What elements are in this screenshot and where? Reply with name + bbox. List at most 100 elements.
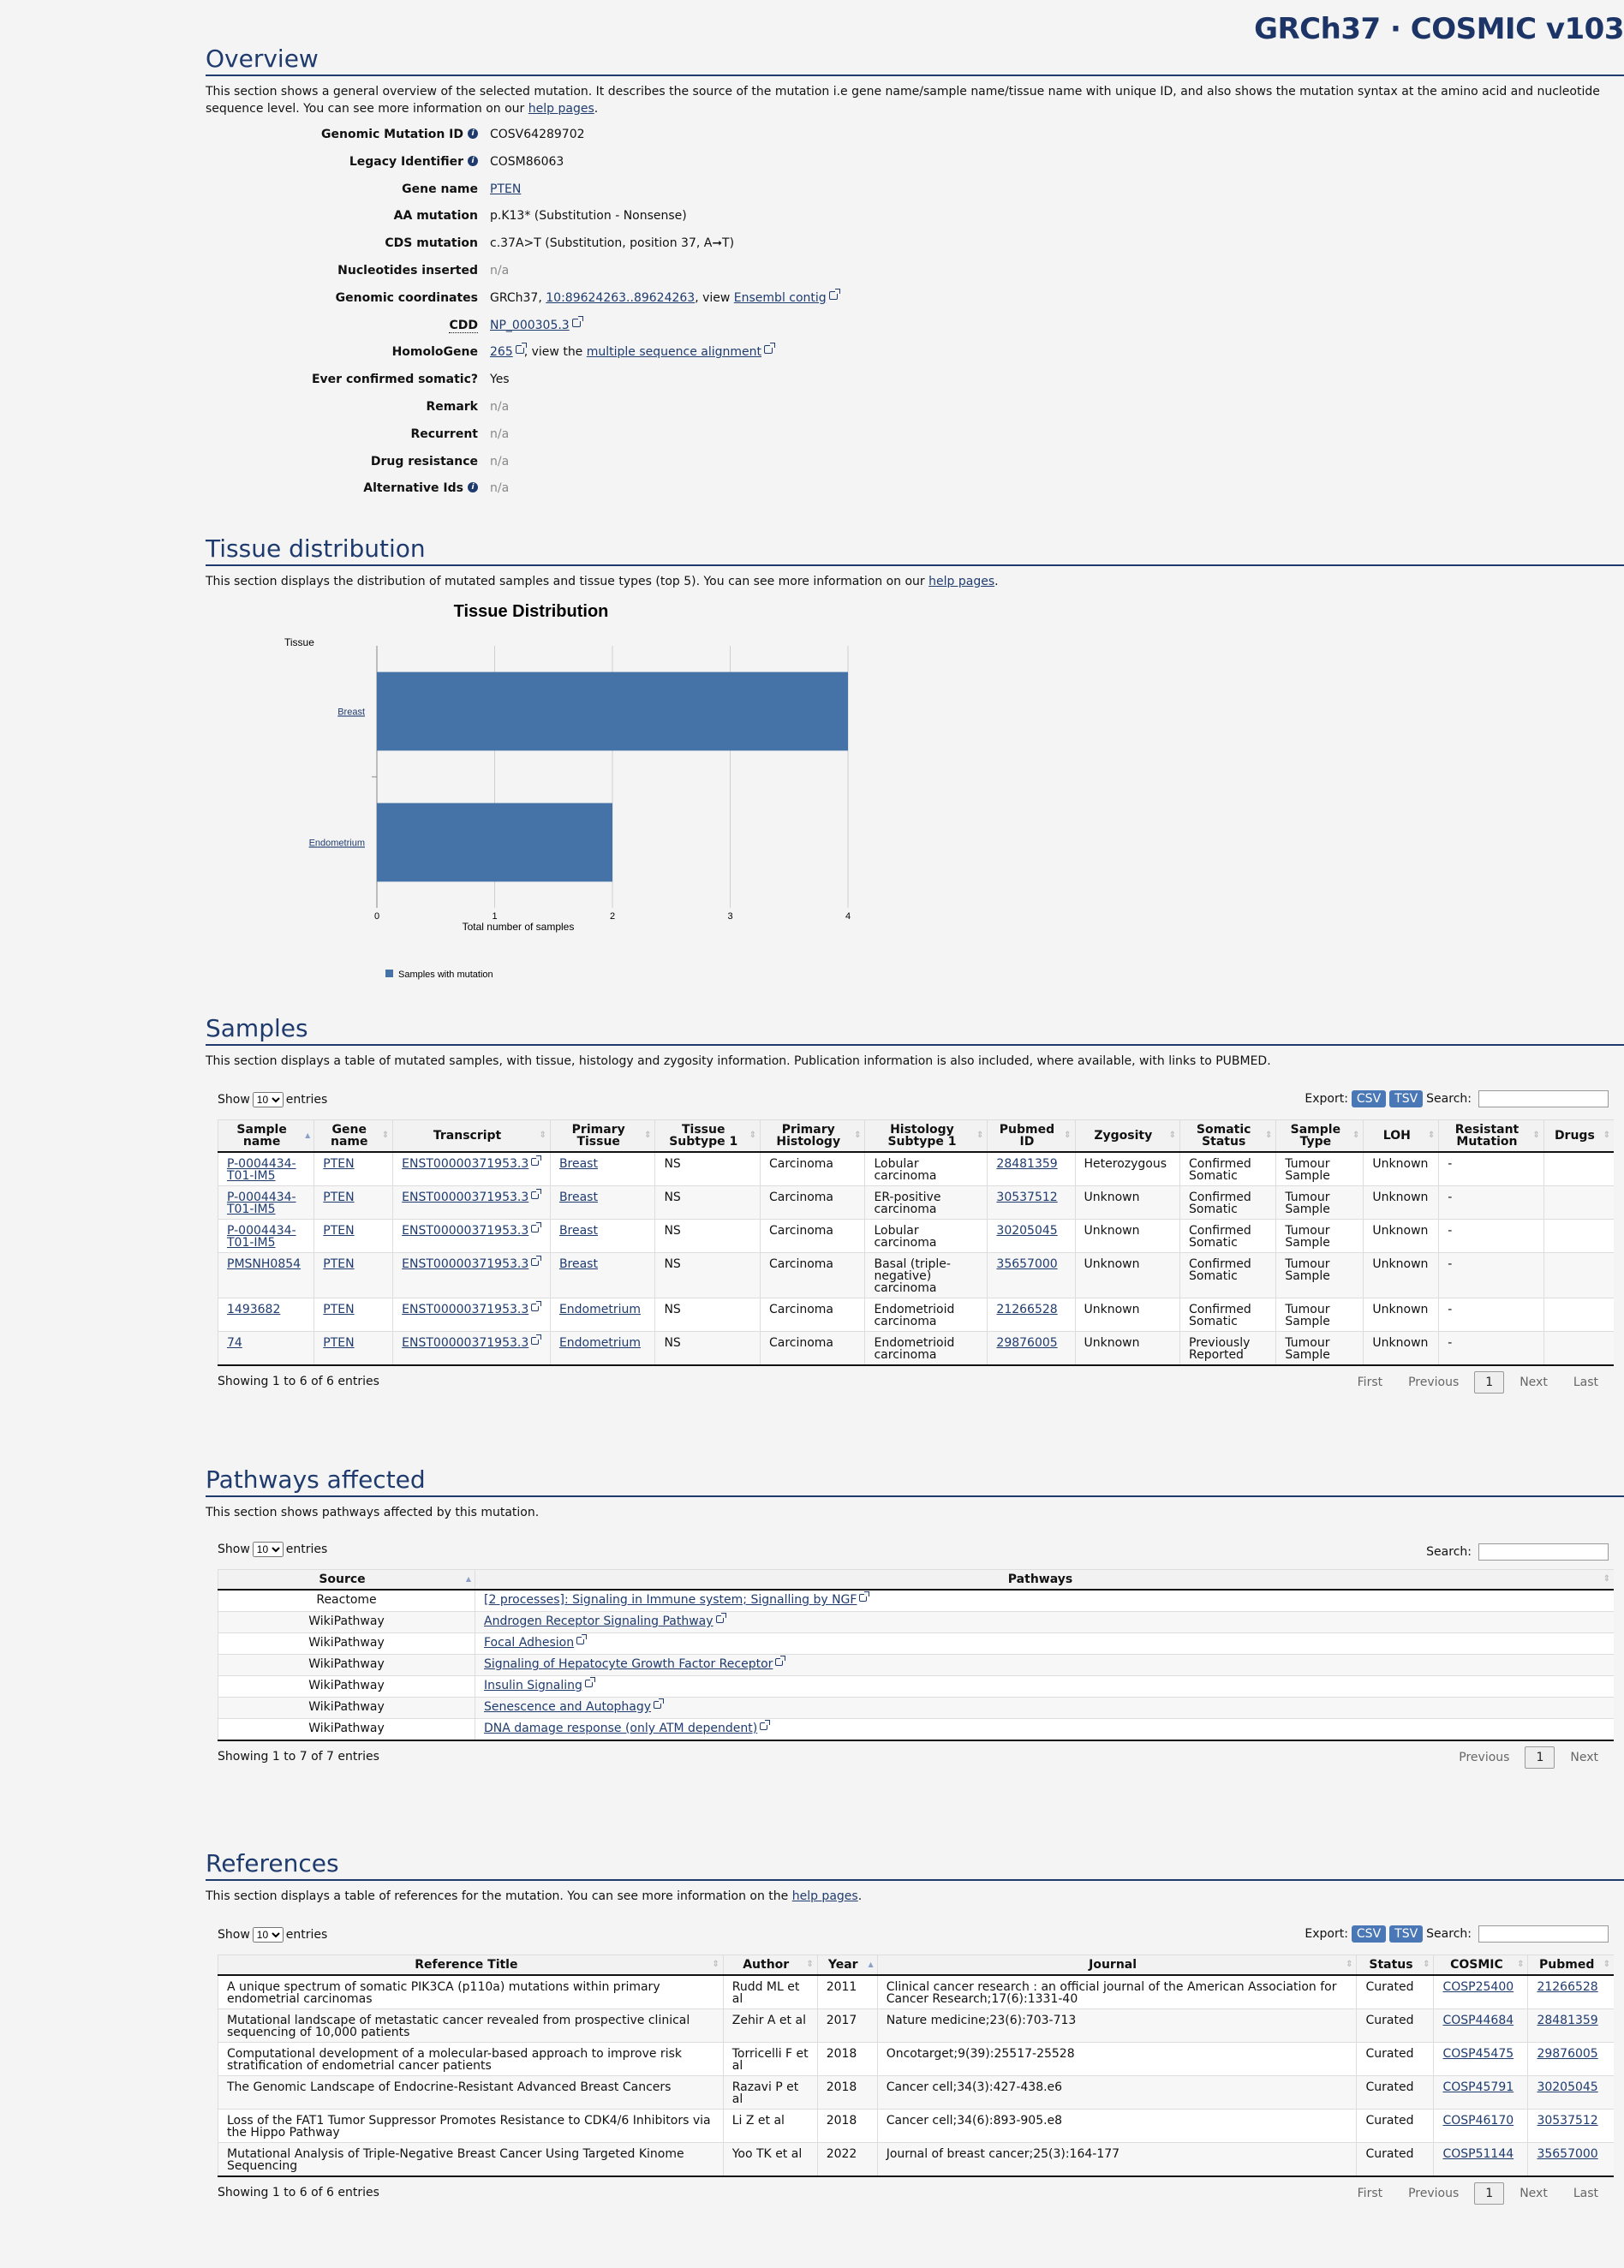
pubmed-link[interactable]: 35657000 <box>996 1257 1057 1271</box>
cosmic-paper-link[interactable]: COSP45475 <box>1442 2047 1514 2061</box>
previous-page-button[interactable]: Previous <box>1448 1747 1520 1768</box>
next-page-button[interactable]: Next <box>1560 1747 1609 1768</box>
bar-endometrium[interactable] <box>377 803 612 882</box>
pathway-link[interactable]: DNA damage response (only ATM dependent) <box>484 1722 757 1735</box>
transcript-link[interactable]: ENST00000371953.3 <box>402 1303 528 1316</box>
gene-link[interactable]: PTEN <box>323 1224 354 1238</box>
tissue-link[interactable]: Breast <box>559 1224 598 1238</box>
page-size-select[interactable]: 10 <box>252 1092 284 1107</box>
cosmic-paper-link[interactable]: COSP46170 <box>1442 2114 1514 2128</box>
category-label-link[interactable]: Endometrium <box>309 839 365 849</box>
gene-link[interactable]: PTEN <box>323 1191 354 1204</box>
sample-link[interactable]: P-0004434-T01-IM5 <box>227 1191 296 1216</box>
transcript-link[interactable]: ENST00000371953.3 <box>402 1336 528 1350</box>
msa-link[interactable]: multiple sequence alignment <box>587 345 761 359</box>
column-header[interactable]: Drugs <box>1543 1119 1614 1153</box>
coord-link[interactable]: 10:89624263..89624263 <box>546 291 695 305</box>
column-header[interactable]: Source <box>218 1569 475 1591</box>
column-header[interactable]: Histology Subtype 1 <box>864 1119 988 1153</box>
page-1-button[interactable]: 1 <box>1474 1371 1505 1394</box>
page-size-select[interactable]: 10 <box>252 1542 284 1557</box>
transcript-link[interactable]: ENST00000371953.3 <box>402 1157 528 1171</box>
tsv-button[interactable]: TSV <box>1389 1925 1424 1943</box>
column-header[interactable]: Sample name <box>217 1119 314 1153</box>
tissue-link[interactable]: Breast <box>559 1157 598 1171</box>
csv-button[interactable]: CSV <box>1351 1090 1387 1107</box>
cosmic-paper-link[interactable]: COSP51144 <box>1442 2147 1514 2161</box>
pathway-link[interactable]: Androgen Receptor Signaling Pathway <box>484 1614 713 1628</box>
column-header[interactable]: Reference Title <box>218 1955 724 1976</box>
pubmed-link[interactable]: 29876005 <box>996 1336 1057 1350</box>
category-label-link[interactable]: Breast <box>337 707 365 718</box>
pubmed-link[interactable]: 30205045 <box>1537 2080 1597 2094</box>
gene-link[interactable]: PTEN <box>490 182 521 196</box>
next-page-button[interactable]: Next <box>1509 1372 1558 1393</box>
gene-link[interactable]: PTEN <box>323 1257 354 1271</box>
transcript-link[interactable]: ENST00000371953.3 <box>402 1257 528 1271</box>
overview-help-link[interactable]: help pages <box>528 102 594 116</box>
sample-link[interactable]: P-0004434-T01-IM5 <box>227 1157 296 1183</box>
pubmed-link[interactable]: 29876005 <box>1537 2047 1597 2061</box>
column-header[interactable]: Transcript <box>392 1119 551 1153</box>
column-header[interactable]: Resistant Mutation <box>1438 1119 1544 1153</box>
transcript-link[interactable]: ENST00000371953.3 <box>402 1224 528 1238</box>
column-header[interactable]: Pubmed <box>1527 1955 1614 1976</box>
column-header[interactable]: Primary Histology <box>759 1119 865 1153</box>
last-page-button[interactable]: Last <box>1563 1372 1609 1393</box>
pubmed-link[interactable]: 30205045 <box>996 1224 1057 1238</box>
pubmed-link[interactable]: 30537512 <box>996 1191 1057 1204</box>
info-icon[interactable]: i <box>468 482 478 493</box>
tissue-link[interactable]: Endometrium <box>559 1336 641 1350</box>
pathway-link[interactable]: Signaling of Hepatocyte Growth Factor Re… <box>484 1657 773 1671</box>
homologene-link[interactable]: 265 <box>490 345 513 359</box>
column-header[interactable]: Somatic Status <box>1179 1119 1276 1153</box>
column-header[interactable]: Journal <box>876 1955 1357 1976</box>
pubmed-link[interactable]: 28481359 <box>1537 2014 1597 2027</box>
column-header[interactable]: Zygosity <box>1074 1119 1180 1153</box>
column-header[interactable]: COSMIC <box>1433 1955 1528 1976</box>
gene-link[interactable]: PTEN <box>323 1336 354 1350</box>
gene-link[interactable]: PTEN <box>323 1303 354 1316</box>
column-header[interactable]: Primary Tissue <box>549 1119 655 1153</box>
pathway-link[interactable]: Insulin Signaling <box>484 1679 582 1692</box>
pathway-link[interactable]: [2 processes]: Signaling in Immune syste… <box>484 1593 857 1607</box>
tissue-help-link[interactable]: help pages <box>928 575 994 588</box>
column-header[interactable]: Pathways <box>475 1569 1614 1591</box>
info-icon[interactable]: i <box>468 155 478 166</box>
column-header[interactable]: Gene name <box>313 1119 393 1153</box>
tissue-link[interactable]: Breast <box>559 1191 598 1204</box>
bar-breast[interactable] <box>377 671 848 751</box>
sample-link[interactable]: 74 <box>227 1336 242 1350</box>
sample-link[interactable]: PMSNH0854 <box>227 1257 301 1271</box>
cosmic-paper-link[interactable]: COSP44684 <box>1442 2014 1514 2027</box>
pathways-search-input[interactable] <box>1478 1543 1609 1561</box>
first-page-button[interactable]: First <box>1347 1372 1393 1393</box>
column-header[interactable]: Year <box>816 1955 878 1976</box>
column-header[interactable]: Author <box>722 1955 818 1976</box>
pubmed-link[interactable]: 21266528 <box>1537 1980 1597 1994</box>
cosmic-paper-link[interactable]: COSP25400 <box>1442 1980 1514 1994</box>
previous-page-button[interactable]: Previous <box>1398 1372 1469 1393</box>
page-1-button[interactable]: 1 <box>1474 2182 1505 2205</box>
next-page-button[interactable]: Next <box>1509 2183 1558 2204</box>
tissue-link[interactable]: Endometrium <box>559 1303 641 1316</box>
sample-link[interactable]: 1493682 <box>227 1303 280 1316</box>
tissue-link[interactable]: Breast <box>559 1257 598 1271</box>
pathway-link[interactable]: Focal Adhesion <box>484 1636 574 1650</box>
previous-page-button[interactable]: Previous <box>1398 2183 1469 2204</box>
column-header[interactable]: Pubmed ID <box>987 1119 1076 1153</box>
pathway-link[interactable]: Senescence and Autophagy <box>484 1700 651 1714</box>
pubmed-link[interactable]: 21266528 <box>996 1303 1057 1316</box>
references-help-link[interactable]: help pages <box>792 1889 858 1903</box>
csv-button[interactable]: CSV <box>1351 1925 1387 1943</box>
sample-link[interactable]: P-0004434-T01-IM5 <box>227 1224 296 1250</box>
ensembl-link[interactable]: Ensembl contig <box>734 291 827 305</box>
page-1-button[interactable]: 1 <box>1525 1746 1555 1769</box>
last-page-button[interactable]: Last <box>1563 2183 1609 2204</box>
pubmed-link[interactable]: 35657000 <box>1537 2147 1597 2161</box>
page-size-select[interactable]: 10 <box>252 1927 284 1943</box>
tsv-button[interactable]: TSV <box>1389 1090 1424 1107</box>
samples-search-input[interactable] <box>1478 1090 1609 1107</box>
column-header[interactable]: Status <box>1356 1955 1434 1976</box>
transcript-link[interactable]: ENST00000371953.3 <box>402 1191 528 1204</box>
